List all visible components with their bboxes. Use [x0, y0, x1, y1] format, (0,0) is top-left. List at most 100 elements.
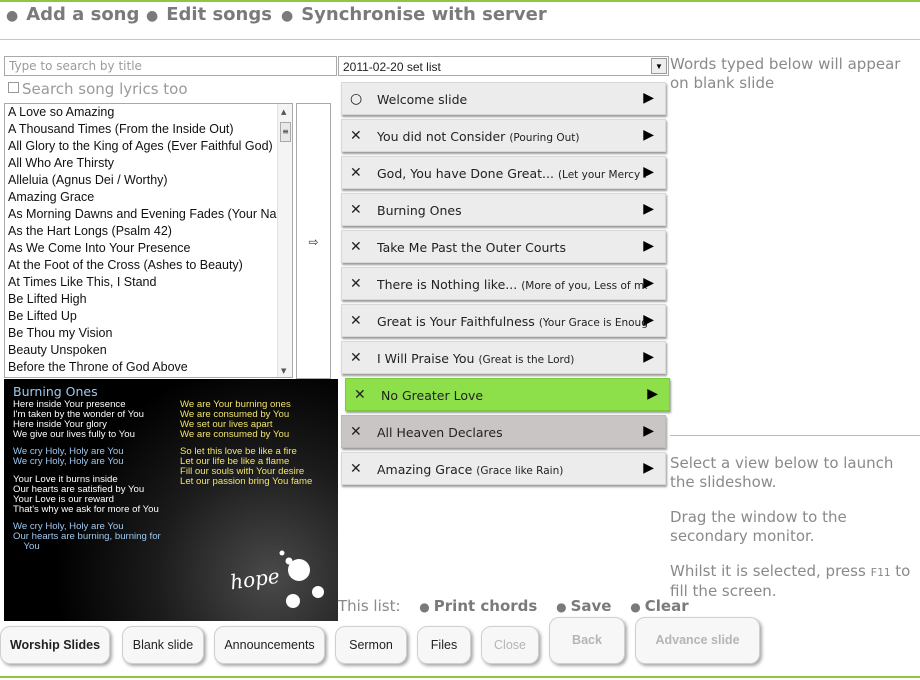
announcements-button[interactable]: Announcements — [214, 626, 325, 664]
add-to-setlist-button[interactable]: ⇨ — [296, 103, 331, 379]
print-chords-label: Print chords — [433, 597, 538, 615]
play-icon[interactable]: ▶ — [643, 164, 654, 180]
play-icon[interactable]: ▶ — [643, 349, 654, 365]
setlist-item-title: No Greater Love — [381, 388, 483, 403]
setlist-item-subtitle: (Pouring Out) — [509, 132, 580, 144]
remove-icon[interactable]: ✕ — [350, 350, 362, 366]
preview-bridge: So let this love be like a fire Let our … — [180, 446, 313, 487]
list-item[interactable]: As Morning Dawns and Evening Fades (Your… — [5, 206, 292, 223]
play-icon[interactable]: ▶ — [643, 312, 654, 328]
list-item[interactable]: All Glory to the King of Ages (Ever Fait… — [5, 138, 292, 155]
setlist-item-title: Amazing Grace (Grace like Rain) — [377, 462, 563, 477]
f11-key: F11 — [870, 566, 891, 579]
play-icon[interactable]: ▶ — [643, 238, 654, 254]
close-button[interactable]: Close — [481, 626, 539, 664]
sermon-button[interactable]: Sermon — [335, 626, 407, 664]
list-actions-label: This list: — [338, 597, 401, 615]
setlist-item-subtitle: (Great is the Lord) — [478, 354, 575, 366]
setlist-item[interactable]: ✕ God, You have Done Great... (Let your … — [341, 156, 666, 189]
play-icon[interactable]: ▶ — [643, 460, 654, 476]
setlist-item[interactable]: ✕ Burning Ones ▶ — [341, 193, 666, 226]
files-button[interactable]: Files — [417, 626, 471, 664]
list-item[interactable]: A Thousand Times (From the Inside Out) — [5, 121, 292, 138]
setlist-item-current[interactable]: ✕ No Greater Love ▶ — [345, 378, 670, 411]
list-item[interactable]: Beauty Unspoken — [5, 342, 292, 359]
remove-icon[interactable]: ✕ — [350, 239, 362, 255]
search-lyrics-checkbox[interactable]: Search song lyrics too — [8, 80, 188, 98]
list-item[interactable]: A Love so Amazing — [5, 104, 292, 121]
checkbox-box[interactable] — [8, 82, 19, 93]
list-item[interactable]: Alleluia (Agnus Dei / Worthy) — [5, 172, 292, 189]
scroll-thumb[interactable]: ≡ — [280, 122, 291, 142]
synchronise-link[interactable]: ● Synchronise with server — [281, 4, 547, 25]
synchronise-label: Synchronise with server — [301, 4, 547, 25]
add-song-link[interactable]: ● Add a song — [6, 4, 139, 25]
chevron-down-icon[interactable]: ▼ — [651, 58, 667, 74]
title-search-input[interactable] — [4, 56, 337, 76]
remove-icon[interactable]: ✕ — [350, 202, 362, 218]
edit-songs-link[interactable]: ● Edit songs — [146, 4, 272, 25]
circle-icon[interactable]: ○ — [350, 91, 362, 107]
play-icon[interactable]: ▶ — [643, 275, 654, 291]
setlist-item-title-text: You did not Consider — [377, 129, 510, 144]
list-item[interactable]: As the Hart Longs (Psalm 42) — [5, 223, 292, 240]
setlist-item[interactable]: ✕ There is Nothing like... (More of you,… — [341, 267, 666, 300]
remove-icon[interactable]: ✕ — [350, 461, 362, 477]
setlist-dropdown-value: 2011-02-20 set list — [343, 60, 441, 74]
setlist-dropdown[interactable]: 2011-02-20 set list ▼ — [338, 56, 669, 76]
setlist-item-title: You did not Consider (Pouring Out) — [377, 129, 579, 144]
play-icon[interactable]: ▶ — [643, 127, 654, 143]
scroll-down-icon[interactable]: ▼ — [281, 367, 286, 375]
list-item[interactable]: At Times Like This, I Stand — [5, 274, 292, 291]
setlist-item-title: I Will Praise You (Great is the Lord) — [377, 351, 574, 366]
setlist-item-welcome[interactable]: ○ Welcome slide ▶ — [341, 82, 666, 115]
setlist-item-title: Welcome slide — [377, 92, 467, 107]
setlist-item[interactable]: ✕ You did not Consider (Pouring Out) ▶ — [341, 119, 666, 152]
launch-instruction-3: Whilst it is selected, press F11 to fill… — [670, 562, 920, 601]
list-item[interactable]: Be Thou my Vision — [5, 325, 292, 342]
setlist-item[interactable]: ✕ Amazing Grace (Grace like Rain) ▶ — [341, 452, 666, 485]
list-item[interactable]: Be Lifted Up — [5, 308, 292, 325]
advance-slide-button[interactable]: Advance slide — [635, 617, 760, 664]
play-icon[interactable]: ▶ — [643, 90, 654, 106]
list-item[interactable]: Before the Throne of God Above — [5, 359, 292, 376]
setlist-item-title: God, You have Done Great... (Let your Me… — [377, 166, 647, 181]
launch-instruction-3-a: Whilst it is selected, press — [670, 562, 871, 580]
back-button[interactable]: Back — [549, 617, 625, 664]
setlist-item-selected[interactable]: ✕ All Heaven Declares ▶ — [341, 415, 666, 448]
play-icon[interactable]: ▶ — [647, 386, 658, 402]
bottom-accent-line — [0, 676, 920, 678]
song-list[interactable]: A Love so Amazing A Thousand Times (From… — [4, 103, 293, 378]
setlist-item[interactable]: ✕ Take Me Past the Outer Courts ▶ — [341, 230, 666, 263]
list-item[interactable]: Be Lifted High — [5, 291, 292, 308]
remove-icon[interactable]: ✕ — [350, 313, 362, 329]
remove-icon[interactable]: ✕ — [350, 424, 362, 440]
setlist-item[interactable]: ✕ I Will Praise You (Great is the Lord) … — [341, 341, 666, 374]
list-item[interactable]: Amazing Grace — [5, 189, 292, 206]
launch-instruction-1: Select a view below to launch the slides… — [670, 454, 894, 491]
clear-link[interactable]: ● Clear — [630, 597, 688, 615]
remove-icon[interactable]: ✕ — [354, 387, 366, 403]
hope-logo-dots — [279, 550, 324, 608]
print-chords-link[interactable]: ● Print chords — [419, 597, 537, 615]
setlist-item-subtitle: (Let your Mercy Rain) — [557, 169, 647, 181]
remove-icon[interactable]: ✕ — [350, 165, 362, 181]
list-item[interactable]: As We Come Into Your Presence — [5, 240, 292, 257]
setlist-item-subtitle: (Your Grace is Enough) — [538, 317, 647, 329]
setlist-item-title: There is Nothing like... (More of you, L… — [377, 277, 647, 292]
blank-slide-words-textarea[interactable] — [670, 96, 920, 436]
setlist-item-title: Great is Your Faithfulness (Your Grace i… — [377, 314, 647, 329]
worship-slides-button[interactable]: Worship Slides — [0, 626, 110, 664]
list-item[interactable]: At the Foot of the Cross (Ashes to Beaut… — [5, 257, 292, 274]
scroll-up-icon[interactable]: ▲ — [281, 108, 286, 116]
save-link[interactable]: ● Save — [556, 597, 611, 615]
play-icon[interactable]: ▶ — [643, 423, 654, 439]
blank-slide-button[interactable]: Blank slide — [122, 626, 204, 664]
remove-icon[interactable]: ✕ — [350, 276, 362, 292]
list-item[interactable]: All Who Are Thirsty — [5, 155, 292, 172]
song-list-scrollbar[interactable]: ▲ ≡ ▼ — [277, 104, 292, 377]
setlist-item[interactable]: ✕ Great is Your Faithfulness (Your Grace… — [341, 304, 666, 337]
play-icon[interactable]: ▶ — [643, 201, 654, 217]
setlist-item-title: Burning Ones — [377, 203, 462, 218]
remove-icon[interactable]: ✕ — [350, 128, 362, 144]
